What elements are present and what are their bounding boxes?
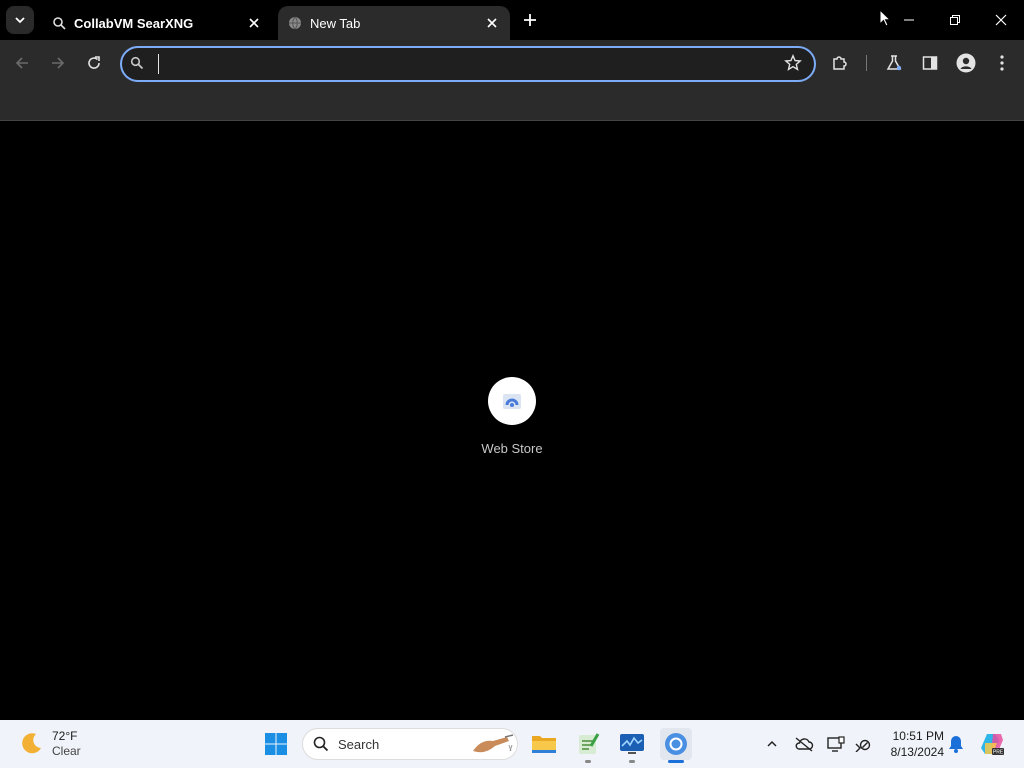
- side-panel-button[interactable]: [916, 49, 944, 77]
- copilot-button[interactable]: PRE: [978, 730, 1006, 758]
- mouse-cursor-icon: [879, 9, 891, 27]
- side-panel-icon: [922, 56, 938, 70]
- search-icon: [313, 736, 329, 752]
- plus-icon: [524, 14, 536, 26]
- close-window-button[interactable]: [978, 0, 1024, 40]
- start-button[interactable]: [260, 728, 292, 760]
- notepad-icon: [579, 733, 600, 754]
- tab-title: CollabVM SearXNG: [74, 15, 194, 31]
- text-caret: [158, 54, 159, 74]
- bookmarks-bar: [0, 86, 1024, 121]
- browser-toolbar: [0, 40, 1024, 86]
- notifications-button[interactable]: [944, 732, 968, 756]
- network-disconnected-icon: [855, 739, 871, 752]
- weather-temp: 72°F: [52, 729, 78, 743]
- shortcut-tile[interactable]: [488, 377, 536, 425]
- weather-condition: Clear: [52, 744, 81, 758]
- tab-strip: CollabVM SearXNG New Tab: [0, 0, 1024, 40]
- folder-icon: [532, 736, 556, 753]
- new-tab-button[interactable]: [518, 8, 542, 32]
- labs-button[interactable]: [880, 49, 908, 77]
- running-indicator: [629, 760, 635, 763]
- chevron-up-icon: [767, 740, 777, 747]
- puzzle-icon: [833, 56, 847, 70]
- display-tray-icon[interactable]: [824, 732, 848, 756]
- profile-button[interactable]: [952, 49, 980, 77]
- weather-widget[interactable]: 72°F Clear: [18, 726, 81, 762]
- monitor-chart-icon: [620, 734, 644, 754]
- reload-icon: [88, 56, 100, 69]
- active-indicator: [668, 760, 684, 763]
- searxng-favicon-icon: [52, 16, 66, 30]
- bell-icon: [949, 736, 963, 753]
- tab-collabvm-searxng[interactable]: CollabVM SearXNG: [42, 6, 272, 40]
- new-tab-page: Web Store: [0, 121, 1024, 720]
- task-manager-button[interactable]: [616, 728, 648, 760]
- close-tab-icon[interactable]: [246, 15, 262, 31]
- flask-icon: [886, 55, 902, 71]
- arrow-right-icon: [52, 57, 65, 69]
- bookmark-star-icon[interactable]: [784, 54, 802, 72]
- chrome-button[interactable]: [660, 728, 692, 760]
- minimize-button[interactable]: [886, 0, 932, 40]
- restore-icon: [950, 15, 960, 25]
- file-explorer-button[interactable]: [528, 728, 560, 760]
- address-bar[interactable]: [120, 46, 816, 82]
- tab-new-tab[interactable]: New Tab: [278, 6, 510, 40]
- search-icon: [130, 56, 144, 70]
- arrow-left-icon: [15, 57, 28, 69]
- clock-time: 10:51 PM: [892, 729, 944, 743]
- reload-button[interactable]: [80, 49, 108, 77]
- monitor-icon: [827, 736, 845, 752]
- running-indicator: [585, 760, 591, 763]
- globe-icon: [288, 16, 302, 30]
- taskbar: 72°F Clear Search 10:51 PM 8/13/2024 PRE: [0, 720, 1024, 768]
- close-tab-icon[interactable]: [484, 15, 500, 31]
- chrome-icon: [665, 733, 687, 755]
- kebab-menu-icon: [1000, 55, 1004, 71]
- forward-button[interactable]: [44, 49, 72, 77]
- show-hidden-icons-button[interactable]: [760, 732, 784, 756]
- system-clock[interactable]: 10:51 PM 8/13/2024: [880, 728, 944, 760]
- svg-text:PRE: PRE: [993, 750, 1004, 756]
- network-tray-icon[interactable]: [850, 732, 874, 756]
- shortcut-label: Web Store: [481, 441, 543, 456]
- copilot-icon: PRE: [981, 734, 1004, 756]
- minimize-icon: [904, 19, 914, 21]
- menu-button[interactable]: [988, 49, 1016, 77]
- address-input[interactable]: [158, 53, 762, 77]
- web-store-icon: [503, 394, 521, 409]
- windows-logo-icon: [265, 733, 287, 755]
- chevron-down-icon: [15, 17, 25, 24]
- shortcut-web-store[interactable]: Web Store: [472, 377, 552, 467]
- restore-button[interactable]: [932, 0, 978, 40]
- tab-title: New Tab: [310, 15, 361, 31]
- cloud-off-icon: [795, 737, 814, 752]
- notepad-button[interactable]: [572, 728, 604, 760]
- close-icon: [995, 14, 1007, 26]
- taskbar-search[interactable]: Search: [302, 728, 518, 760]
- avatar-icon: [956, 53, 976, 73]
- extensions-button[interactable]: [826, 49, 854, 77]
- onedrive-tray-icon[interactable]: [792, 732, 816, 756]
- toolbar-divider: [866, 55, 867, 71]
- clock-date: 8/13/2024: [890, 745, 944, 759]
- moon-icon: [22, 733, 41, 754]
- tab-search-button[interactable]: [6, 6, 34, 34]
- back-button[interactable]: [8, 49, 36, 77]
- search-placeholder: Search: [338, 737, 380, 752]
- search-highlight-icon: [473, 734, 514, 753]
